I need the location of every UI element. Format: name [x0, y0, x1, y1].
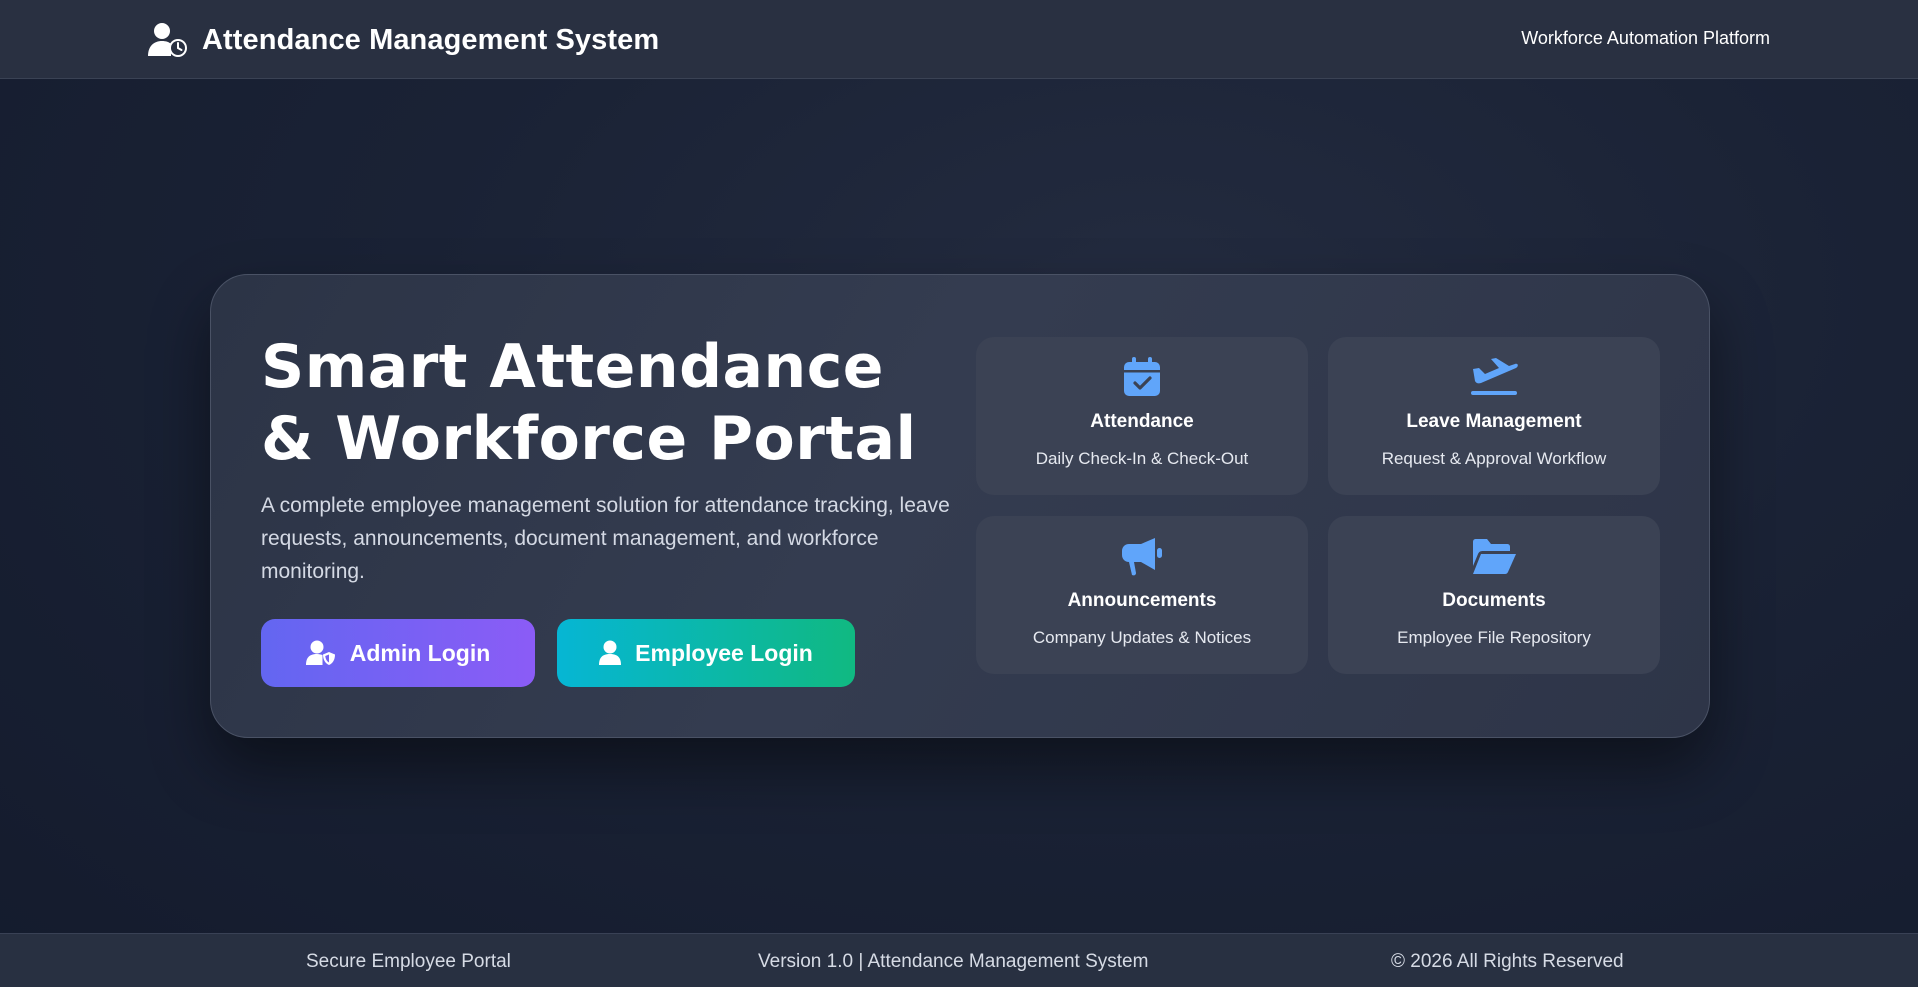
feature-title: Leave Management [1406, 411, 1582, 432]
feature-title: Documents [1442, 590, 1546, 611]
feature-title: Announcements [1067, 590, 1217, 611]
user-shield-icon [305, 640, 335, 665]
feature-card-attendance[interactable]: Attendance Daily Check-In & Check-Out [976, 337, 1308, 495]
employee-login-label: Employee Login [635, 639, 813, 666]
user-icon [599, 640, 622, 665]
feature-card-documents[interactable]: Documents Employee File Repository [1328, 516, 1660, 674]
calendar-check-icon [1124, 357, 1160, 396]
employee-login-button[interactable]: Employee Login [557, 619, 855, 687]
feature-subtitle: Employee File Repository [1397, 628, 1591, 647]
footer: Secure Employee Portal Version 1.0 | Att… [0, 933, 1918, 987]
footer-version-text: Version 1.0 | Attendance Management Syst… [758, 951, 1149, 972]
brand[interactable]: Attendance Management System [148, 20, 659, 60]
hero-card: Smart Attendance & Workforce Portal A co… [210, 274, 1710, 738]
folder-open-icon [1473, 539, 1516, 574]
hero-description: A complete employee management solution … [261, 494, 950, 583]
user-clock-icon [148, 23, 187, 57]
admin-login-label: Admin Login [349, 639, 491, 666]
feature-card-announcements[interactable]: Announcements Company Updates & Notices [976, 516, 1308, 674]
feature-subtitle: Request & Approval Workflow [1381, 449, 1607, 468]
plane-departure-icon [1471, 358, 1518, 395]
top-navbar: Attendance Management System Workforce A… [0, 0, 1918, 79]
app-title: Attendance Management System [202, 23, 660, 56]
footer-copyright: © 2026 All Rights Reserved [1391, 951, 1624, 972]
megaphone-icon [1122, 538, 1162, 576]
platform-label: Workforce Automation Platform [1521, 28, 1770, 48]
admin-login-button[interactable]: Admin Login [261, 619, 535, 687]
footer-left-text: Secure Employee Portal [306, 951, 511, 972]
feature-subtitle: Daily Check-In & Check-Out [1035, 449, 1249, 468]
feature-subtitle: Company Updates & Notices [1032, 628, 1252, 647]
feature-card-leave-management[interactable]: Leave Management Request & Approval Work… [1328, 337, 1660, 495]
feature-title: Attendance [1090, 411, 1194, 432]
hero-title: Smart Attendance & Workforce Portal [261, 332, 917, 474]
